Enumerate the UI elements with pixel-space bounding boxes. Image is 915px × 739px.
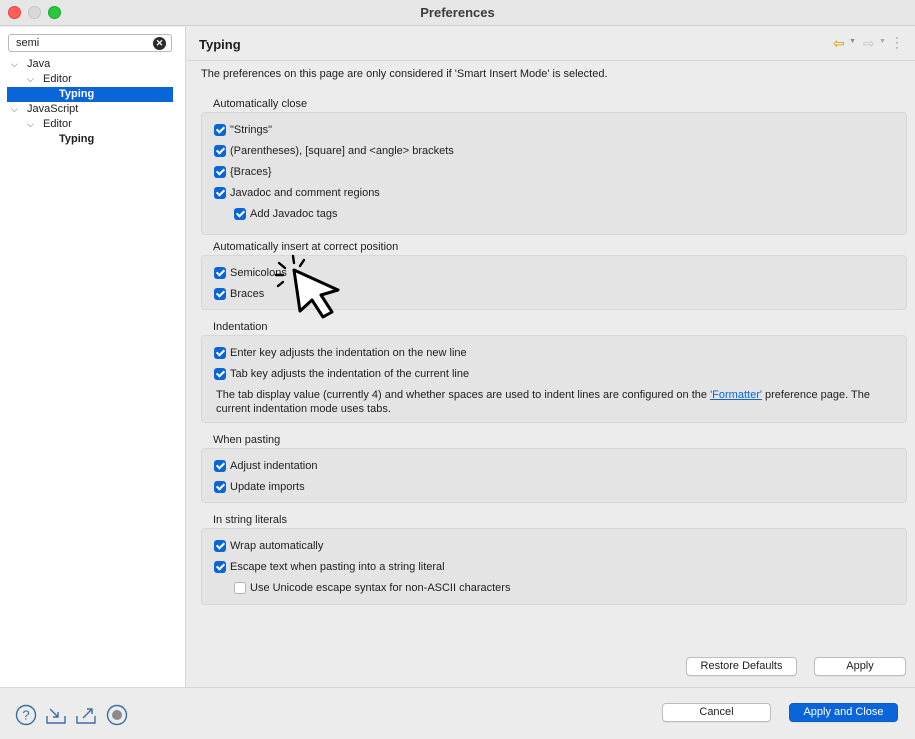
clear-filter-icon[interactable]: ✕ (153, 37, 166, 50)
tree-item-label: Typing (59, 133, 95, 145)
checkbox-label: Add Javadoc tags (250, 208, 338, 220)
tree-item-label: Editor (43, 118, 72, 130)
group-label-auto-close: Automatically close (213, 98, 308, 110)
filter-input-value: semi (16, 37, 40, 49)
checkbox-label: Wrap automatically (230, 540, 324, 552)
group-auto-close: "Strings" (Parentheses), [square] and <a… (201, 112, 907, 235)
filter-input[interactable]: semi ✕ (8, 34, 172, 52)
tree-item-javascript[interactable]: ⌵ JavaScript (7, 102, 173, 117)
title-divider (187, 60, 915, 61)
tree-item-java-editor[interactable]: ⌵ Editor (7, 72, 173, 87)
tree-item-java[interactable]: ⌵ Java (7, 57, 173, 72)
tree-item-label: Java (27, 58, 51, 70)
checkbox[interactable] (214, 460, 226, 472)
checkbox-label: "Strings" (230, 124, 273, 136)
group-string-literals: Wrap automatically Escape text when past… (201, 528, 907, 605)
preference-tree-pane: semi ✕ ⌵ Java ⌵ Editor Typing ⌵ JavaScri… (0, 27, 186, 687)
checkbox-label: Update imports (230, 481, 305, 493)
group-label-string-literals: In string literals (213, 514, 287, 526)
group-label-auto-insert: Automatically insert at correct position (213, 241, 399, 253)
checkbox-label: Use Unicode escape syntax for non-ASCII … (250, 582, 511, 594)
checkbox-label: Braces (230, 288, 265, 300)
cancel-button[interactable]: Cancel (662, 703, 771, 722)
tree-item-label: JavaScript (27, 103, 79, 115)
export-icon[interactable] (75, 704, 97, 726)
svg-text:?: ? (22, 708, 29, 723)
info-text-start: The tab display value (currently 4) and … (216, 389, 711, 401)
tree-item-java-editor-typing[interactable]: Typing (7, 87, 173, 102)
checkbox[interactable] (214, 166, 226, 178)
tree-item-label: Editor (43, 73, 72, 85)
checkbox[interactable] (214, 347, 226, 359)
checkbox[interactable] (214, 288, 226, 300)
title-bar: Preferences (0, 0, 915, 26)
checkbox[interactable] (234, 582, 246, 594)
checkbox-label: {Braces} (230, 166, 272, 178)
apply-button[interactable]: Apply (814, 657, 906, 676)
group-label-indentation: Indentation (213, 321, 268, 333)
checkbox[interactable] (214, 145, 226, 157)
checkbox[interactable] (214, 368, 226, 380)
checkbox[interactable] (214, 124, 226, 136)
back-arrow-icon[interactable]: ⇦ (833, 35, 845, 52)
chevron-down-icon[interactable]: ⌵ (11, 57, 18, 72)
checkbox[interactable] (234, 208, 246, 220)
group-label-pasting: When pasting (213, 434, 281, 446)
checkbox-label: Escape text when pasting into a string l… (230, 561, 445, 573)
group-pasting: Adjust indentation Update imports (201, 448, 907, 503)
tree-item-label: Typing (59, 88, 95, 100)
chevron-down-icon[interactable]: ⌵ (27, 72, 34, 87)
group-indentation: Enter key adjusts the indentation on the… (201, 335, 907, 423)
indentation-info-text: The tab display value (currently 4) and … (216, 388, 896, 416)
checkbox-label: Tab key adjusts the indentation of the c… (230, 368, 470, 380)
record-icon[interactable] (106, 704, 128, 726)
chevron-down-icon[interactable]: ⌵ (27, 117, 34, 132)
checkbox[interactable] (214, 187, 226, 199)
forward-arrow-icon[interactable]: ⇨ (863, 35, 875, 52)
dialog-button-bar: ? Cancel Apply and Close (0, 687, 915, 739)
checkbox-label: Enter key adjusts the indentation on the… (230, 347, 467, 359)
checkbox-label: Adjust indentation (230, 460, 318, 472)
tree-item-javascript-editor[interactable]: ⌵ Editor (7, 117, 173, 132)
window-title: Preferences (420, 5, 495, 20)
checkbox[interactable] (214, 481, 226, 493)
checkbox[interactable] (214, 561, 226, 573)
tree-item-javascript-editor-typing[interactable]: Typing (7, 132, 173, 147)
checkbox-label: Javadoc and comment regions (230, 187, 380, 199)
preference-page: Typing ⇦ ▼ ⇨ ▼ · · · The preferences on th… (187, 27, 915, 687)
checkbox[interactable] (214, 540, 226, 552)
help-icon[interactable]: ? (15, 704, 37, 726)
formatter-link[interactable]: 'Formatter' (710, 389, 762, 401)
checkbox[interactable] (214, 267, 226, 279)
chevron-down-icon[interactable]: ⌵ (11, 102, 18, 117)
chevron-down-icon[interactable]: ▼ (849, 38, 856, 45)
page-title: Typing (199, 37, 241, 52)
restore-defaults-button[interactable]: Restore Defaults (686, 657, 797, 676)
smart-insert-note: The preferences on this page are only co… (201, 68, 608, 80)
mouse-cursor-icon (274, 254, 340, 319)
import-icon[interactable] (45, 704, 67, 726)
checkbox-label: (Parentheses), [square] and <angle> brac… (230, 145, 454, 157)
apply-and-close-button[interactable]: Apply and Close (789, 703, 898, 722)
view-menu-icon[interactable]: · · · (893, 33, 901, 54)
chevron-down-icon[interactable]: ▼ (879, 38, 886, 45)
